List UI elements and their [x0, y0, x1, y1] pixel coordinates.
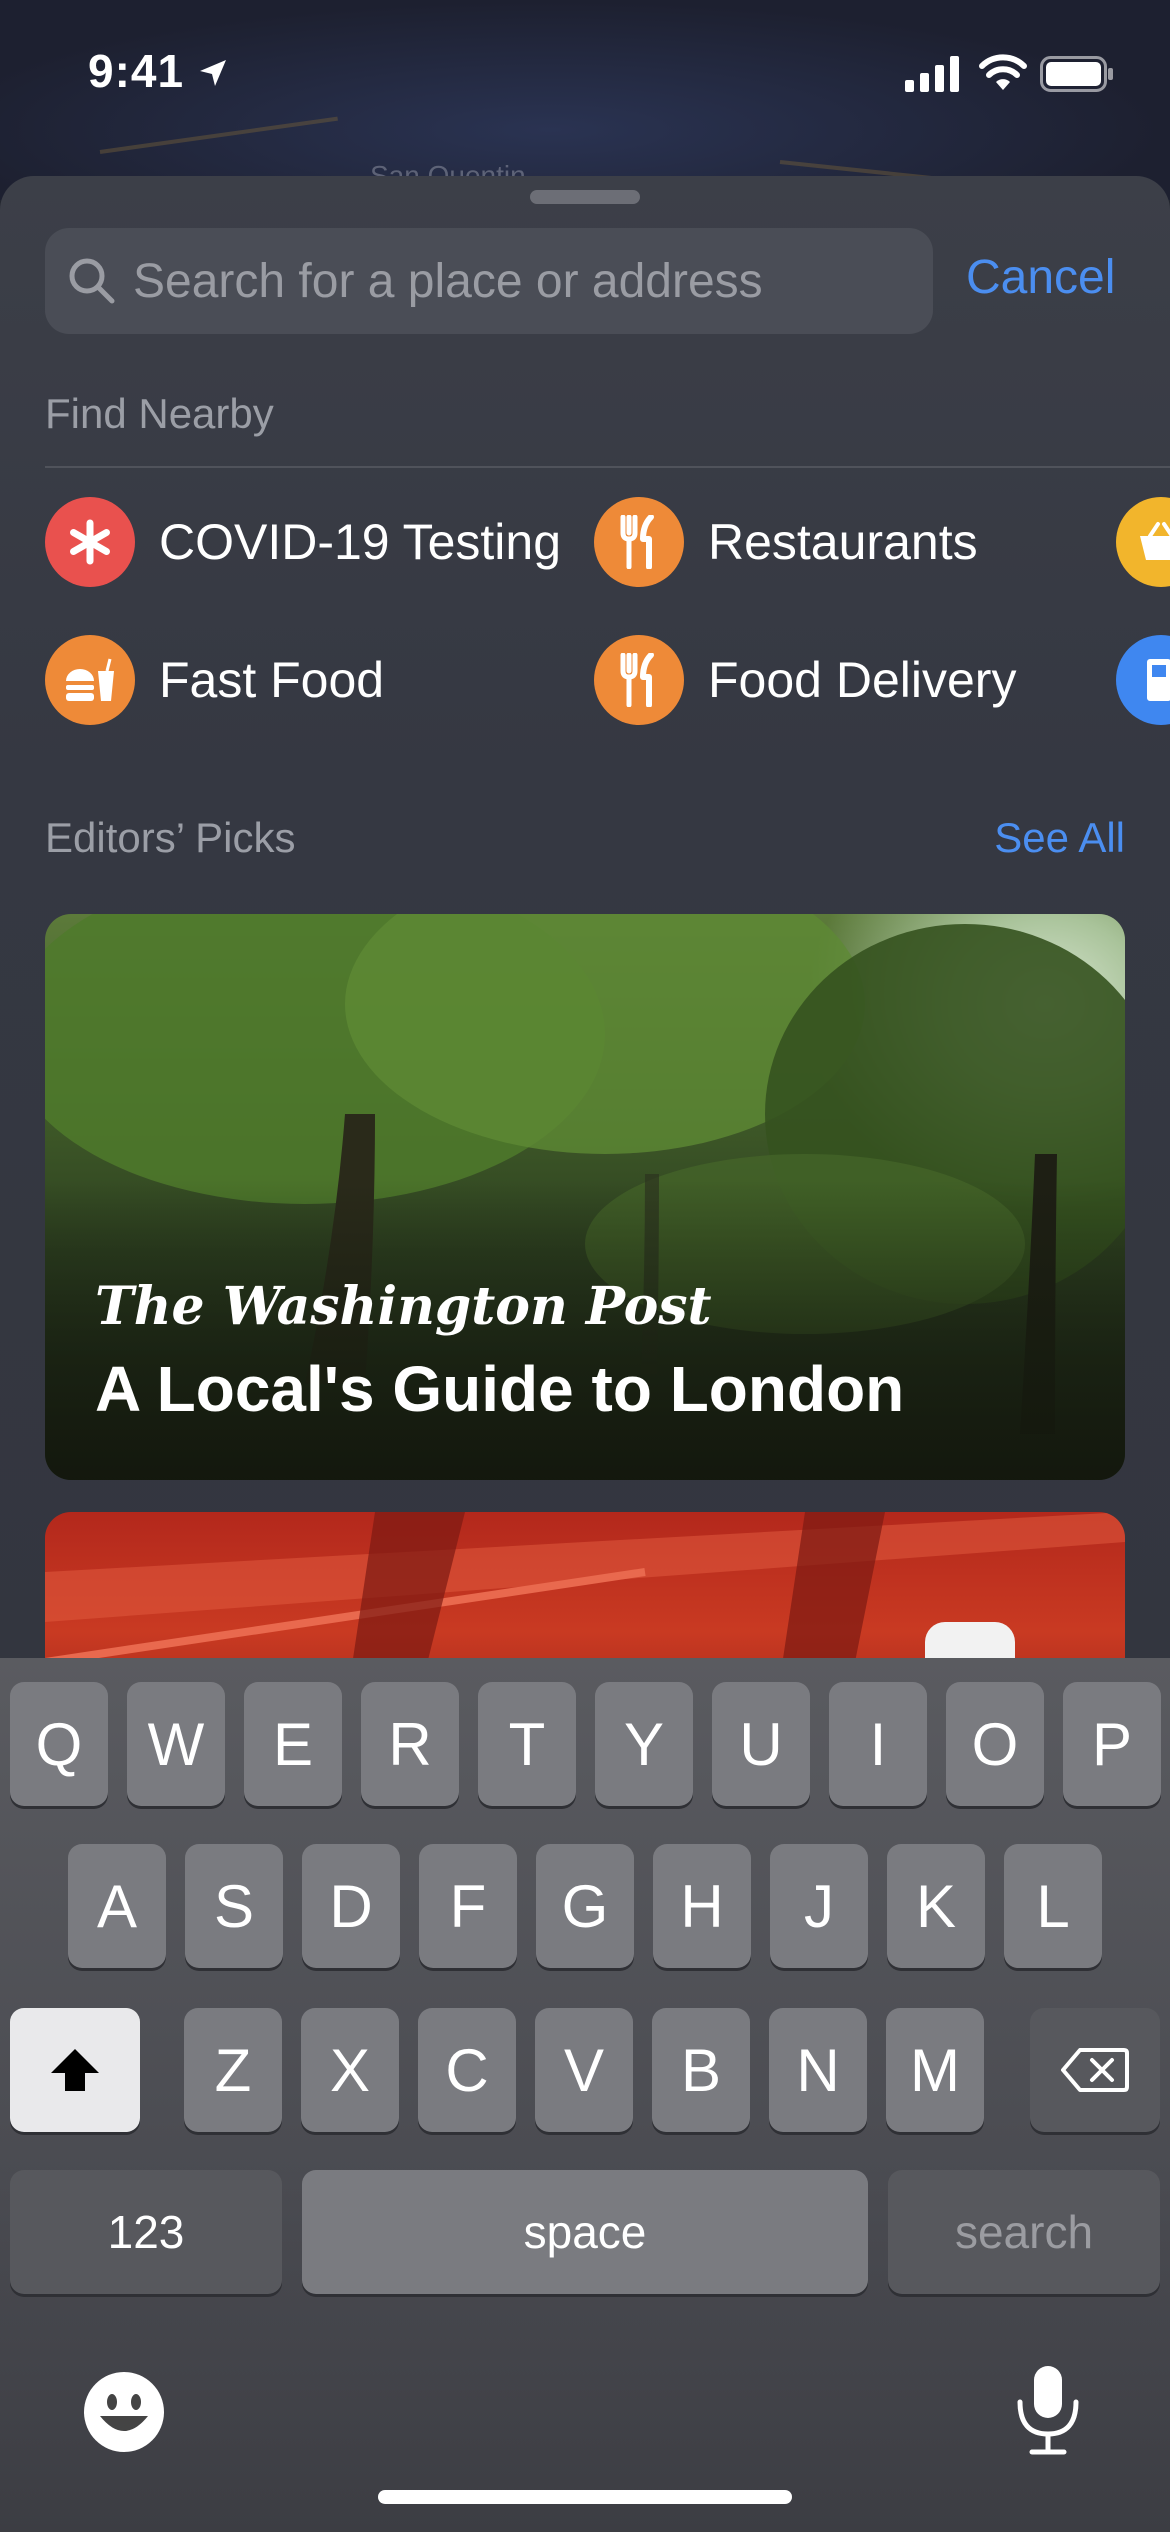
key-h[interactable]: H — [653, 1844, 751, 1968]
basket-icon — [1116, 497, 1170, 587]
search-icon — [69, 258, 115, 304]
backspace-key[interactable] — [1030, 2008, 1160, 2132]
nearby-item-label: Restaurants — [708, 514, 978, 570]
cellular-signal-icon — [905, 56, 959, 92]
key-u[interactable]: U — [712, 1682, 810, 1806]
nearby-groceries[interactable] — [1116, 496, 1170, 588]
editors-picks-heading: Editors’ Picks — [45, 814, 296, 861]
key-a[interactable]: A — [68, 1844, 166, 1968]
location-arrow-icon — [200, 60, 226, 86]
key-b[interactable]: B — [652, 2008, 750, 2132]
shift-icon — [51, 2049, 99, 2091]
key-j[interactable]: J — [770, 1844, 868, 1968]
card-title: A Local's Guide to London — [95, 1353, 905, 1425]
nearby-item-label: COVID-19 Testing — [159, 514, 562, 570]
key-g[interactable]: G — [536, 1844, 634, 1968]
emoji-icon[interactable] — [82, 2370, 166, 2454]
key-o[interactable]: O — [946, 1682, 1044, 1806]
guide-card-2[interactable] — [45, 1512, 1125, 1676]
search-input[interactable] — [133, 228, 913, 334]
key-x[interactable]: X — [301, 2008, 399, 2132]
key-w[interactable]: W — [127, 1682, 225, 1806]
nearby-fast-food[interactable]: Fast Food — [45, 634, 384, 726]
battery-icon — [1040, 56, 1113, 92]
nearby-item-label: Fast Food — [159, 652, 385, 708]
card-photo — [45, 1512, 1125, 1676]
asterisk-icon — [45, 497, 135, 587]
key-k[interactable]: K — [887, 1844, 985, 1968]
nearby-covid-testing[interactable]: COVID-19 Testing — [45, 496, 561, 588]
microphone-icon[interactable] — [1010, 2362, 1086, 2458]
home-indicator — [378, 2490, 792, 2504]
status-time: 9:41 — [88, 45, 185, 97]
divider — [45, 466, 1170, 468]
backspace-icon — [1061, 2048, 1129, 2092]
keyboard: QWERTYUIOP ASDFGHJKL ZXCVBNM 123 space s… — [0, 1658, 1170, 2532]
search-key[interactable]: search — [888, 2170, 1160, 2294]
key-i[interactable]: I — [829, 1682, 927, 1806]
key-c[interactable]: C — [418, 2008, 516, 2132]
key-s[interactable]: S — [185, 1844, 283, 1968]
key-e[interactable]: E — [244, 1682, 342, 1806]
search-sheet: Cancel Find Nearby COVID-19 Testing Rest… — [0, 176, 1170, 1676]
see-all-link[interactable]: See All — [994, 814, 1125, 862]
key-m[interactable]: M — [886, 2008, 984, 2132]
fork-knife-icon — [594, 635, 684, 725]
key-q[interactable]: Q — [10, 1682, 108, 1806]
status-bar: 9:41 — [0, 0, 1170, 150]
gas-pump-icon — [1116, 635, 1170, 725]
nearby-gas-stations[interactable] — [1116, 634, 1170, 726]
nearby-food-delivery[interactable]: Food Delivery — [594, 634, 1016, 726]
fork-knife-icon — [594, 497, 684, 587]
search-field[interactable] — [45, 228, 933, 334]
numbers-key[interactable]: 123 — [10, 2170, 282, 2294]
key-d[interactable]: D — [302, 1844, 400, 1968]
key-y[interactable]: Y — [595, 1682, 693, 1806]
key-n[interactable]: N — [769, 2008, 867, 2132]
space-key[interactable]: space — [302, 2170, 868, 2294]
key-f[interactable]: F — [419, 1844, 517, 1968]
key-p[interactable]: P — [1063, 1682, 1161, 1806]
key-r[interactable]: R — [361, 1682, 459, 1806]
guide-card[interactable]: The Washington Post A Local's Guide to L… — [45, 914, 1125, 1480]
nearby-item-label: Food Delivery — [708, 652, 1017, 708]
card-publisher-logo: The Washington Post — [95, 1276, 712, 1337]
find-nearby-heading: Find Nearby — [45, 390, 274, 437]
key-z[interactable]: Z — [184, 2008, 282, 2132]
key-t[interactable]: T — [478, 1682, 576, 1806]
burger-drink-icon — [45, 635, 135, 725]
cancel-button[interactable]: Cancel — [966, 250, 1115, 305]
key-l[interactable]: L — [1004, 1844, 1102, 1968]
key-v[interactable]: V — [535, 2008, 633, 2132]
sheet-grabber[interactable] — [530, 190, 640, 204]
nearby-restaurants[interactable]: Restaurants — [594, 496, 978, 588]
shift-key[interactable] — [10, 2008, 140, 2132]
wifi-icon — [979, 54, 1027, 90]
